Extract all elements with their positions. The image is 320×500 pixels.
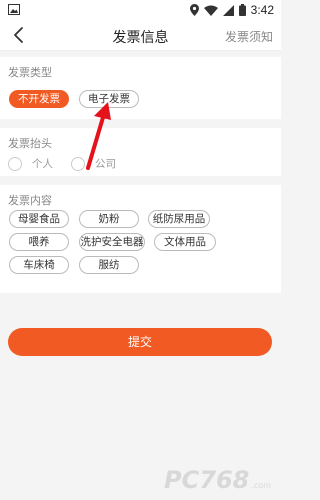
signal-icon xyxy=(222,4,234,16)
wifi-icon xyxy=(203,5,218,16)
option-no-invoice[interactable]: 不开发票 xyxy=(9,90,69,108)
radio-circle xyxy=(71,156,85,171)
invoice-header-section: 发票抬头 个人 公司 xyxy=(0,128,281,176)
option-electronic-invoice[interactable]: 电子发票 xyxy=(79,90,139,108)
radio-company-label: 公司 xyxy=(95,158,116,170)
content-item[interactable]: 车床椅 xyxy=(9,256,69,274)
invoice-content-section: 发票内容 母婴食品 奶粉 纸防尿用品 喂养 洗护安全电器 文体用品 车床椅 服纺 xyxy=(0,185,281,293)
content-item[interactable]: 母婴食品 xyxy=(9,210,69,228)
content-item[interactable]: 洗护安全电器 xyxy=(79,233,145,251)
content-item[interactable]: 奶粉 xyxy=(79,210,139,228)
invoice-content-title: 发票内容 xyxy=(8,194,52,207)
radio-company[interactable]: 公司 xyxy=(71,156,116,171)
image-notification-icon xyxy=(8,4,20,15)
content-item[interactable]: 纸防尿用品 xyxy=(148,210,210,228)
invoice-header-title: 发票抬头 xyxy=(8,137,52,150)
radio-personal[interactable]: 个人 xyxy=(8,156,53,171)
content-item[interactable]: 喂养 xyxy=(9,233,69,251)
radio-circle xyxy=(8,156,22,171)
invoice-type-title: 发票类型 xyxy=(8,66,52,79)
content-item[interactable]: 文体用品 xyxy=(154,233,216,251)
status-bar: 3:42 xyxy=(0,0,281,20)
watermark-suffix: .com xyxy=(251,481,271,490)
app-bar: 发票信息 发票须知 xyxy=(0,20,281,51)
status-icons: 3:42 xyxy=(189,2,274,18)
invoice-notice-link[interactable]: 发票须知 xyxy=(225,28,273,45)
status-time: 3:42 xyxy=(250,3,274,17)
watermark-logo: PC768 .com xyxy=(164,466,271,494)
content-item[interactable]: 服纺 xyxy=(79,256,139,274)
battery-icon xyxy=(238,4,246,16)
watermark-text: PC768 xyxy=(164,466,250,494)
invoice-type-section: 发票类型 不开发票 电子发票 xyxy=(0,57,281,119)
radio-personal-label: 个人 xyxy=(32,158,53,170)
submit-button[interactable]: 提交 xyxy=(8,328,272,356)
location-icon xyxy=(189,4,199,16)
